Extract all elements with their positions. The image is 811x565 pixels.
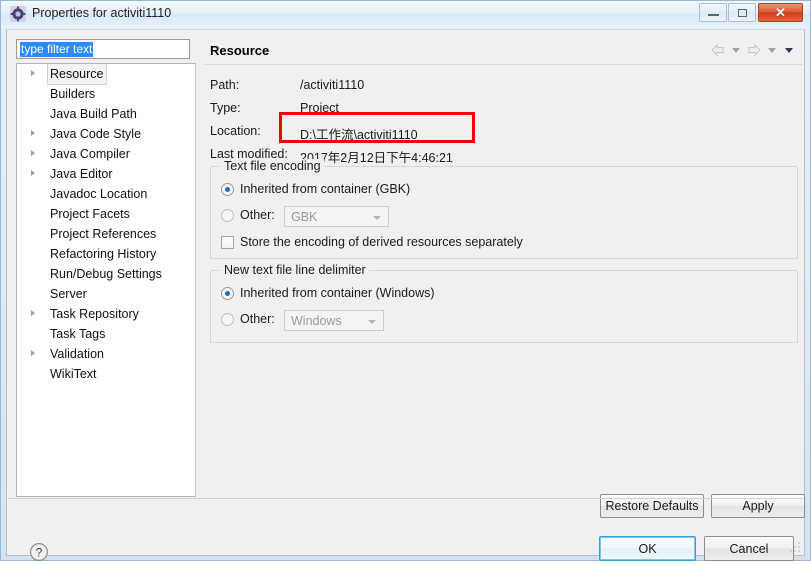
tree-item-wikitext[interactable]: WikiText [17,364,195,384]
tree-item-label: Task Repository [50,307,139,321]
page-nav-icons [710,43,796,57]
header-divider [204,64,802,65]
expand-arrow-icon[interactable] [31,170,35,176]
dialog-client-area: type filter text Resource Builders Java Bu… [6,29,805,561]
tree-item-label: Javadoc Location [50,187,148,201]
help-icon[interactable]: ? [29,542,49,562]
expand-arrow-icon[interactable] [31,70,35,76]
delimiter-other-combo[interactable]: Windows [284,310,384,331]
tree-item-label: Run/Debug Settings [50,267,162,281]
properties-dialog-window: Properties for activiti1110 ✕ type filte… [0,0,811,561]
expand-arrow-icon[interactable] [31,150,35,156]
tree-item-label: Java Editor [50,167,113,181]
forward-arrow-icon[interactable] [746,43,762,57]
tree-item-project-facets[interactable]: Project Facets [17,204,195,224]
delimiter-inherited-label: Inherited from container (Windows) [240,286,435,300]
info-label-path: Path: [210,78,240,92]
expand-arrow-icon[interactable] [31,130,35,136]
encoding-other-combo[interactable]: GBK [284,206,389,227]
cancel-button[interactable]: Cancel [704,536,794,561]
tree-item-label: Builders [50,87,96,101]
text-file-encoding-title: Text file encoding [221,159,324,173]
delimiter-other-combo-value: Windows [291,314,342,328]
encoding-inherited-radio-row[interactable]: Inherited from container (GBK) [221,182,410,196]
resize-grip[interactable] [789,541,801,553]
info-label-type: Type: [210,101,241,115]
tree-item-validation[interactable]: Validation [17,344,195,364]
properties-gear-icon [10,6,26,22]
tree-item-label: Refactoring History [50,247,157,261]
tree-item-java-build-path[interactable]: Java Build Path [17,104,195,124]
delimiter-inherited-radio[interactable] [221,286,234,300]
tree-item-run-debug-settings[interactable]: Run/Debug Settings [17,264,195,284]
chevron-down-icon [368,320,376,324]
title-bar: Properties for activiti1110 ✕ [1,1,810,28]
encoding-other-label: Other: [240,208,275,222]
encoding-other-radio[interactable] [221,208,234,222]
preference-tree[interactable]: Resource Builders Java Build Path Java Code… [16,63,196,497]
tree-item-resource[interactable]: Resource [17,64,195,85]
tree-item-builders[interactable]: Builders [17,84,195,104]
encoding-other-radio-row[interactable]: Other: [221,208,275,222]
close-button[interactable]: ✕ [758,3,803,22]
tree-item-label: Java Build Path [50,107,137,121]
encoding-other-combo-value: GBK [291,210,318,224]
store-derived-checkbox-row[interactable]: Store the encoding of derived resources … [221,235,523,249]
tree-item-label: Java Code Style [50,127,142,141]
delimiter-other-label: Other: [240,312,275,326]
page-header: Resource [204,33,802,65]
resource-page: Resource Path: /activiti1110 Type: Proje… [204,33,805,518]
info-label-location: Location: [210,124,261,138]
delimiter-other-radio-row[interactable]: Other: [221,312,275,326]
info-value-path: /activiti1110 [300,78,365,92]
tree-item-javadoc-location[interactable]: Javadoc Location [17,184,195,204]
tree-item-label: Java Compiler [50,147,130,161]
maximize-icon [729,4,755,21]
tree-item-label: Validation [50,347,104,361]
ok-button[interactable]: OK [599,536,696,561]
text-file-encoding-group: Text file encoding Inherited from contai… [210,159,798,259]
tree-item-label: Project References [50,227,157,241]
back-dropdown-icon[interactable] [732,47,740,53]
tree-item-label: Resource [47,64,107,85]
tree-item-java-code-style[interactable]: Java Code Style [17,124,195,144]
filter-input[interactable]: type filter text [16,39,190,59]
tree-item-label: Server [50,287,87,301]
minimize-icon [700,4,726,21]
view-menu-icon[interactable] [785,47,793,53]
back-arrow-icon[interactable] [710,43,726,57]
tree-item-project-references[interactable]: Project References [17,224,195,244]
filter-input-value: type filter text [20,42,94,57]
tree-item-java-compiler[interactable]: Java Compiler [17,144,195,164]
delimiter-inherited-radio-row[interactable]: Inherited from container (Windows) [221,286,435,300]
expand-arrow-icon[interactable] [31,350,35,356]
red-annotation-box [279,112,475,143]
expand-arrow-icon[interactable] [31,310,35,316]
store-derived-label: Store the encoding of derived resources … [240,235,523,249]
tree-item-label: Project Facets [50,207,130,221]
svg-text:?: ? [36,545,43,559]
tree-item-java-editor[interactable]: Java Editor [17,164,195,184]
encoding-inherited-label: Inherited from container (GBK) [240,182,411,196]
window-title: Properties for activiti1110 [32,6,172,20]
delimiter-other-radio[interactable] [221,312,234,326]
encoding-inherited-radio[interactable] [221,182,234,196]
tree-item-task-repository[interactable]: Task Repository [17,304,195,324]
maximize-button[interactable] [728,3,756,22]
line-delimiter-group: New text file line delimiter Inherited f… [210,263,798,343]
tree-item-label: Task Tags [50,327,106,341]
store-derived-checkbox[interactable] [221,235,234,249]
tree-item-refactoring-history[interactable]: Refactoring History [17,244,195,264]
tree-item-task-tags[interactable]: Task Tags [17,324,195,344]
minimize-button[interactable] [699,3,727,22]
line-delimiter-title: New text file line delimiter [221,263,369,277]
close-icon: ✕ [775,5,786,20]
tree-item-server[interactable]: Server [17,284,195,304]
chevron-down-icon [373,216,381,220]
forward-dropdown-icon[interactable] [768,47,776,53]
footer-divider [8,498,803,499]
page-title: Resource [210,43,270,58]
tree-item-label: WikiText [50,367,97,381]
